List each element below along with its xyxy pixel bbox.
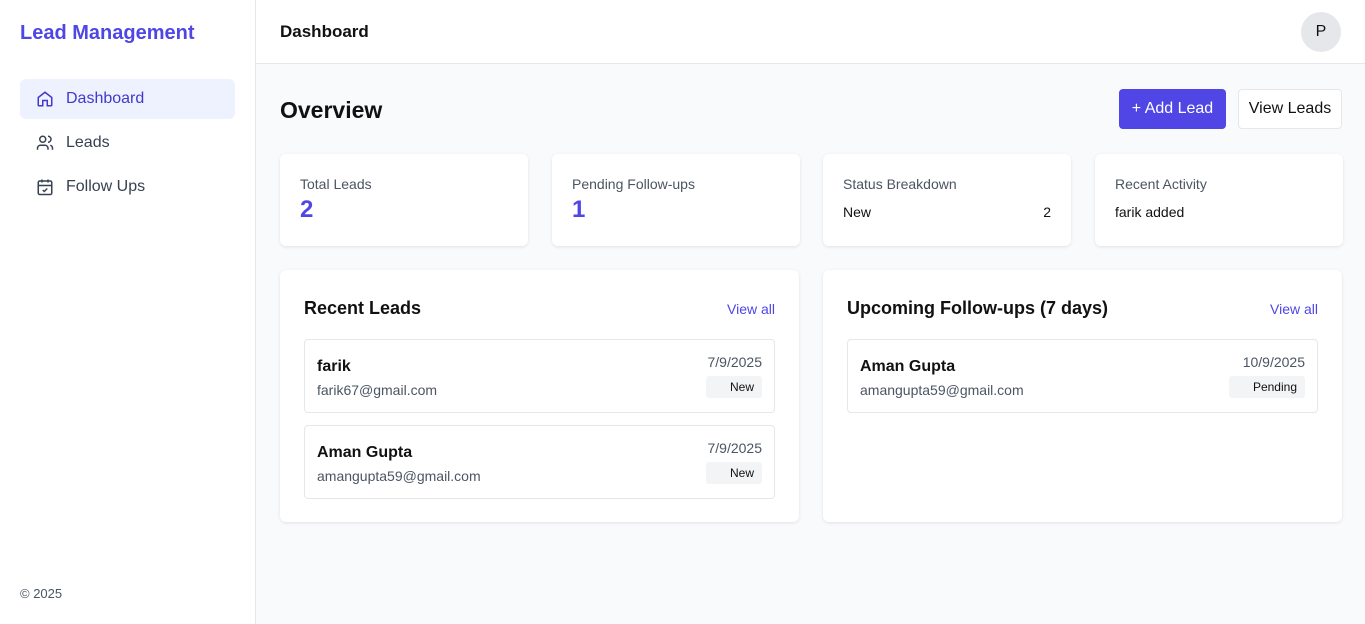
stat-label: Status Breakdown: [843, 176, 957, 192]
page-title: Dashboard: [280, 22, 369, 41]
lead-date: 7/9/2025: [707, 440, 763, 456]
sidebar-item-dashboard[interactable]: Dashboard: [20, 79, 235, 119]
brand-title: Lead Management: [20, 22, 195, 44]
sidebar-item-label: Leads: [66, 134, 110, 151]
sidebar: Lead Management Dashboard Leads Follow U…: [0, 0, 256, 624]
view-leads-button[interactable]: View Leads: [1238, 89, 1342, 129]
lead-name: farik: [317, 358, 351, 375]
view-all-link[interactable]: View all: [1270, 301, 1318, 317]
status-badge: New: [705, 462, 762, 484]
stat-label: Pending Follow-ups: [572, 176, 695, 192]
panel-title: Recent Leads: [304, 298, 422, 318]
total-leads-card: Total Leads 2: [280, 154, 528, 246]
lead-email: amangupta59@gmail.com: [317, 468, 481, 484]
view-all-link[interactable]: View all: [727, 301, 775, 317]
stat-value: 1: [572, 196, 586, 223]
top-header: Dashboard P: [256, 0, 1365, 64]
status-breakdown-card: Status Breakdown New 2: [823, 154, 1071, 246]
pending-followups-card: Pending Follow-ups 1: [552, 154, 800, 246]
activity-text: farik added: [1115, 204, 1185, 220]
panel-title: Upcoming Follow-ups (7 days): [847, 298, 1109, 318]
lead-date: 7/9/2025: [707, 354, 763, 370]
avatar[interactable]: P: [1301, 12, 1341, 52]
recent-activity-card: Recent Activity farik added: [1095, 154, 1343, 246]
stat-value: 2: [300, 196, 314, 223]
lead-email: farik67@gmail.com: [317, 382, 438, 398]
add-lead-button[interactable]: + Add Lead: [1119, 89, 1226, 129]
calendar-check-icon: [37, 179, 53, 196]
list-item[interactable]: farik farik67@gmail.com 7/9/2025 New: [304, 339, 775, 413]
status-count: 2: [1043, 204, 1051, 220]
list-item[interactable]: Aman Gupta amangupta59@gmail.com 7/9/2025…: [304, 425, 775, 499]
lead-name: Aman Gupta: [860, 358, 956, 375]
sidebar-nav: Dashboard Leads Follow Ups: [20, 79, 235, 211]
status-badge: Pending: [1228, 376, 1305, 398]
followup-date: 10/9/2025: [1242, 354, 1305, 370]
users-icon: [36, 135, 54, 150]
list-item[interactable]: Aman Gupta amangupta59@gmail.com 10/9/202…: [847, 339, 1318, 413]
sidebar-item-follow-ups[interactable]: Follow Ups: [20, 167, 235, 207]
stat-label: Total Leads: [300, 176, 372, 192]
copyright: © 2025: [20, 586, 63, 601]
lead-name: Aman Gupta: [317, 444, 413, 461]
upcoming-followups-panel: Upcoming Follow-ups (7 days) View all Am…: [823, 270, 1342, 522]
status-badge: New: [705, 376, 762, 398]
home-icon: [37, 91, 53, 107]
lead-email: amangupta59@gmail.com: [860, 382, 1024, 398]
overview-heading: Overview: [280, 97, 383, 123]
stat-label: Recent Activity: [1115, 176, 1207, 192]
sidebar-item-label: Dashboard: [66, 90, 145, 107]
sidebar-item-label: Follow Ups: [66, 178, 146, 195]
sidebar-item-leads[interactable]: Leads: [20, 123, 235, 163]
recent-leads-panel: Recent Leads View all farik farik67@gmail…: [280, 270, 799, 522]
status-name: New: [843, 204, 872, 220]
